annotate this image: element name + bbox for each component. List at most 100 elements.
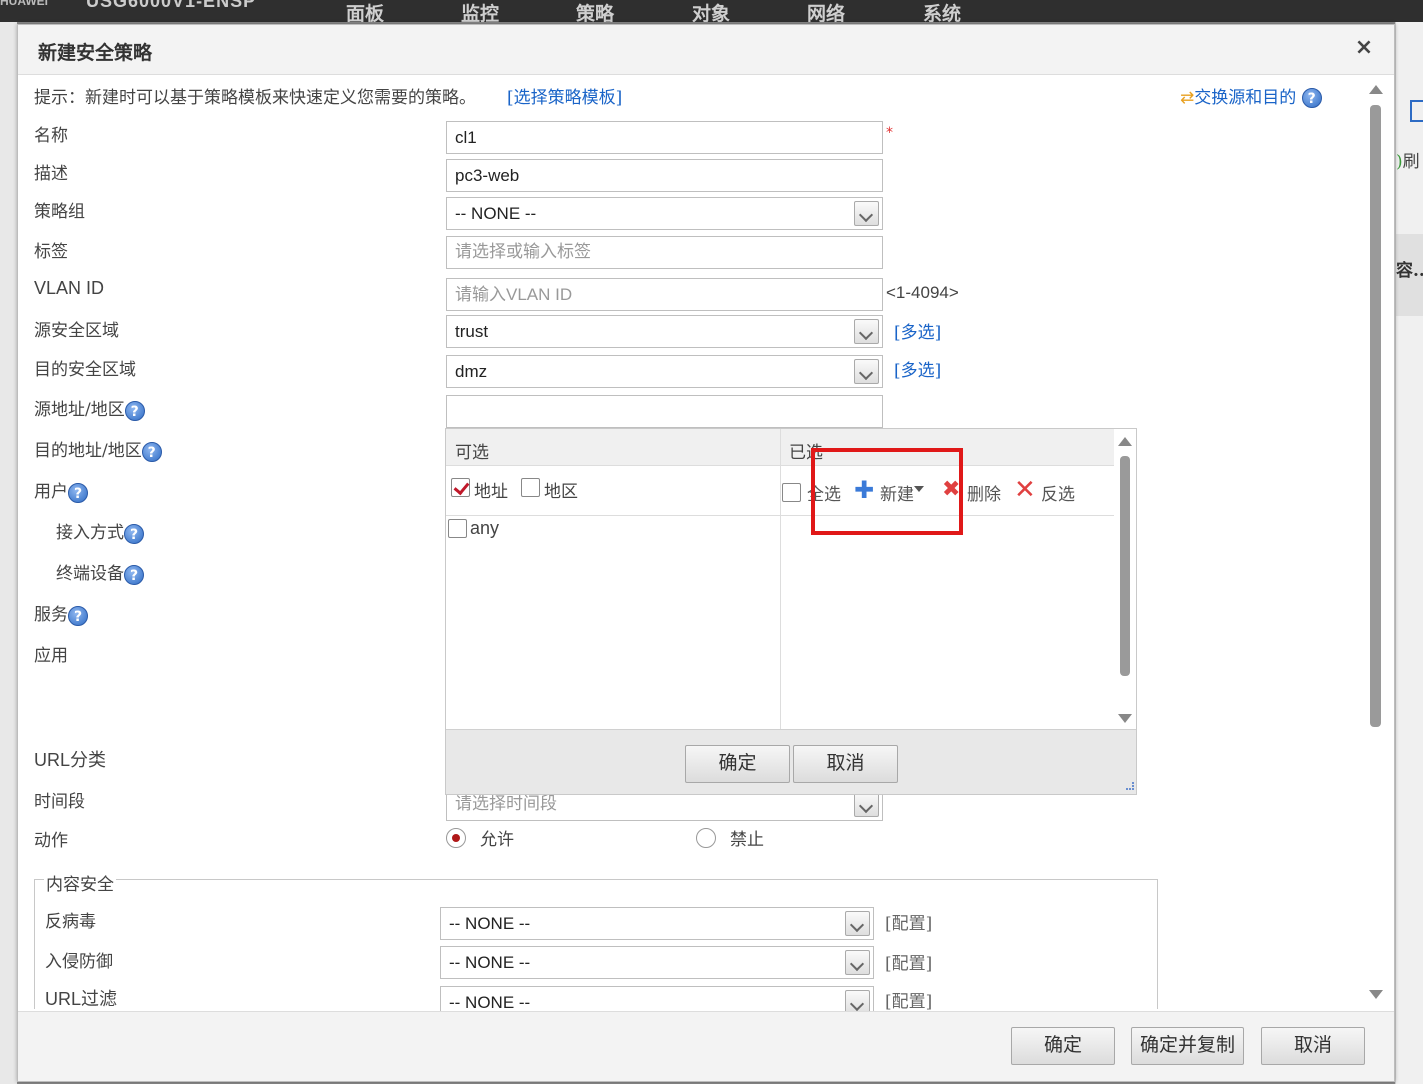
select-all-checkbox[interactable] (782, 483, 801, 502)
content-security-legend: 内容安全 (44, 870, 116, 895)
cancel-button[interactable]: 取消 (1261, 1027, 1365, 1065)
select-template-link[interactable]: [选择策略模板] (507, 83, 622, 108)
delete-button[interactable]: 删除 (967, 480, 1001, 505)
chevron-down-icon[interactable] (854, 792, 879, 817)
action-deny-radio[interactable] (696, 828, 716, 848)
swap-arrows-icon: ⇄ (1180, 88, 1195, 108)
scroll-down-arrow-icon[interactable] (1369, 990, 1383, 999)
nav-tab-monitor[interactable]: 监控 (461, 0, 499, 22)
nav-tab-system[interactable]: 系统 (923, 0, 961, 22)
action-permit-label: 允许 (480, 830, 514, 850)
ips-select[interactable]: -- NONE -- (440, 946, 874, 979)
filter-region-checkbox[interactable] (521, 478, 540, 497)
chevron-down-icon[interactable] (845, 990, 870, 1011)
antivirus-select[interactable]: -- NONE -- (440, 907, 874, 940)
application-label: 应用 (34, 646, 68, 666)
available-header-label: 可选 (455, 443, 489, 463)
list-item-checkbox[interactable] (448, 519, 467, 538)
destination-zone-label: 目的安全区域 (34, 360, 136, 380)
url-filter-select[interactable]: -- NONE -- (440, 986, 874, 1011)
ok-button[interactable]: 确定 (1011, 1027, 1115, 1065)
help-icon[interactable]: ? (124, 564, 144, 585)
help-icon[interactable]: ? (124, 523, 144, 544)
nav-tab-network[interactable]: 网络 (807, 0, 845, 22)
help-icon[interactable]: ? (141, 441, 162, 462)
scroll-up-arrow-icon[interactable] (1369, 85, 1383, 94)
scroll-clip-area: URL过滤 -- NONE -- [配置] (18, 983, 1368, 1011)
policy-group-label: 策略组 (34, 202, 85, 222)
chevron-down-icon[interactable] (854, 359, 879, 384)
source-zone-label: 源安全区域 (34, 321, 119, 341)
antivirus-value: -- NONE -- (449, 914, 531, 933)
description-input[interactable]: pc3-web (446, 159, 883, 192)
resize-handle-icon[interactable] (1126, 782, 1134, 790)
help-icon[interactable]: ? (68, 605, 88, 626)
source-zone-select[interactable]: trust (446, 315, 883, 348)
filter-address-label: 地址 (474, 482, 508, 502)
popup-scrollbar-thumb[interactable] (1120, 456, 1130, 676)
nav-tab-dashboard[interactable]: 面板 (346, 0, 384, 22)
tag-label: 标签 (34, 242, 68, 262)
top-navigation-bar: HUAWEI USG6000V1-ENSP 面板 监控 策略 对象 网络 系统 (0, 0, 1423, 22)
destination-address-label: 目的地址/地区? (34, 436, 162, 462)
tag-input[interactable]: 请选择或输入标签 (446, 236, 883, 269)
help-icon[interactable]: ? (68, 482, 88, 503)
source-address-input[interactable] (446, 395, 883, 428)
help-icon[interactable]: ? (124, 400, 145, 421)
dialog-scrollbar-thumb[interactable] (1370, 105, 1381, 727)
chevron-down-icon[interactable] (845, 911, 870, 936)
column-divider (780, 466, 781, 729)
name-input[interactable]: cl1 (446, 121, 883, 154)
user-label: 用户? (34, 477, 88, 503)
destination-zone-select[interactable]: dmz (446, 355, 883, 388)
chevron-down-icon[interactable] (854, 201, 879, 226)
brand-logo-text: HUAWEI (0, 0, 48, 8)
ips-label: 入侵防御 (45, 952, 113, 972)
filter-address-checkbox[interactable] (451, 478, 470, 497)
action-permit-radio[interactable] (446, 828, 466, 848)
background-column-header: 容... (1396, 261, 1423, 281)
url-filter-config-link[interactable]: [配置] (885, 987, 932, 1011)
vlan-input[interactable]: 请输入VLAN ID (446, 278, 883, 311)
antivirus-label: 反病毒 (45, 912, 96, 932)
policy-group-value: -- NONE -- (455, 204, 537, 223)
scroll-up-arrow-icon[interactable] (1118, 437, 1132, 446)
scroll-down-arrow-icon[interactable] (1118, 714, 1132, 723)
dialog-footer: 确定 确定并复制 取消 (18, 1011, 1394, 1081)
address-selector-popup: 可选 已选 地址 地区 any 全选 ✚ 新建 ✖ 删除 ✕ 反选 确定 取消 (445, 428, 1137, 795)
swap-link-label[interactable]: 交换源和目的 (1194, 88, 1296, 108)
background-table-icon (1410, 100, 1423, 122)
url-category-label: URL分类 (34, 750, 107, 770)
terminal-device-label: 终端设备? (56, 559, 144, 585)
background-left-panel (0, 22, 17, 1084)
ips-value: -- NONE -- (449, 953, 531, 972)
required-mark: * (886, 125, 893, 141)
background-refresh-button[interactable]: )刷 (1396, 147, 1420, 172)
antivirus-config-link[interactable]: [配置] (885, 909, 932, 934)
nav-tab-object[interactable]: 对象 (692, 0, 730, 22)
close-icon[interactable]: × (1352, 34, 1376, 62)
vlan-label: VLAN ID (34, 278, 105, 298)
list-item[interactable]: any (470, 518, 499, 539)
ok-and-copy-button[interactable]: 确定并复制 (1131, 1027, 1244, 1065)
url-filter-label: URL过滤 (45, 989, 118, 1009)
destination-zone-multiselect-link[interactable]: [多选] (894, 356, 941, 381)
background-table-header: 容... (1396, 234, 1423, 316)
invert-button[interactable]: 反选 (1041, 480, 1075, 505)
schedule-label: 时间段 (34, 792, 85, 812)
policy-group-select[interactable]: -- NONE -- (446, 197, 883, 230)
invert-icon[interactable]: ✕ (1014, 477, 1036, 503)
available-column-header: 可选 (446, 429, 780, 466)
chevron-down-icon[interactable] (845, 950, 870, 975)
highlight-box (811, 448, 963, 535)
popup-ok-button[interactable]: 确定 (685, 745, 790, 783)
swap-source-destination[interactable]: ⇄交换源和目的 ? (1180, 83, 1322, 108)
popup-cancel-button[interactable]: 取消 (793, 745, 898, 783)
dialog-header: 新建安全策略 × (18, 25, 1394, 75)
chevron-down-icon[interactable] (854, 319, 879, 344)
ips-config-link[interactable]: [配置] (885, 949, 932, 974)
filter-region-label: 地区 (544, 482, 578, 502)
source-zone-multiselect-link[interactable]: [多选] (894, 318, 941, 343)
help-icon[interactable]: ? (1301, 88, 1322, 108)
nav-tab-policy[interactable]: 策略 (576, 0, 614, 22)
